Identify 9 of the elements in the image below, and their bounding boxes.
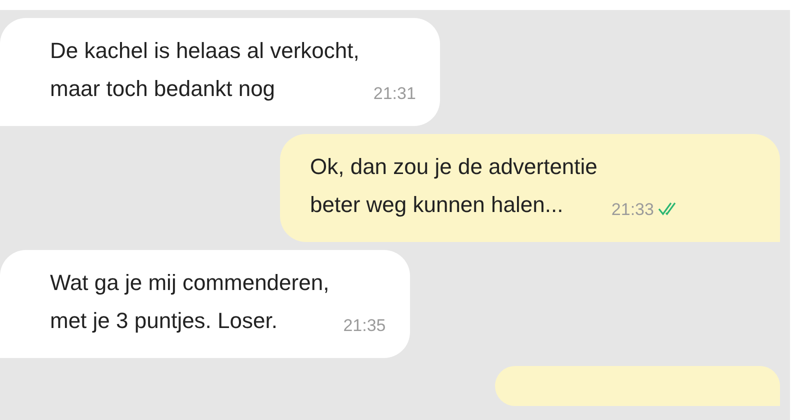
message-time: 21:31: [373, 82, 416, 104]
message-text: met je 3 puntjes. Loser.: [50, 307, 278, 335]
message-text: Wat ga je mij commenderen,: [50, 269, 330, 297]
message-text: De kachel is helaas al verkocht,: [50, 37, 360, 65]
message-time: 21:33: [611, 198, 654, 220]
message-time: 21:35: [343, 314, 386, 336]
message-text: Ok, dan zou je de advertentie: [310, 153, 598, 181]
message-text: maar toch bedankt nog: [50, 75, 276, 103]
message-text: beter weg kunnen halen...: [310, 191, 564, 219]
